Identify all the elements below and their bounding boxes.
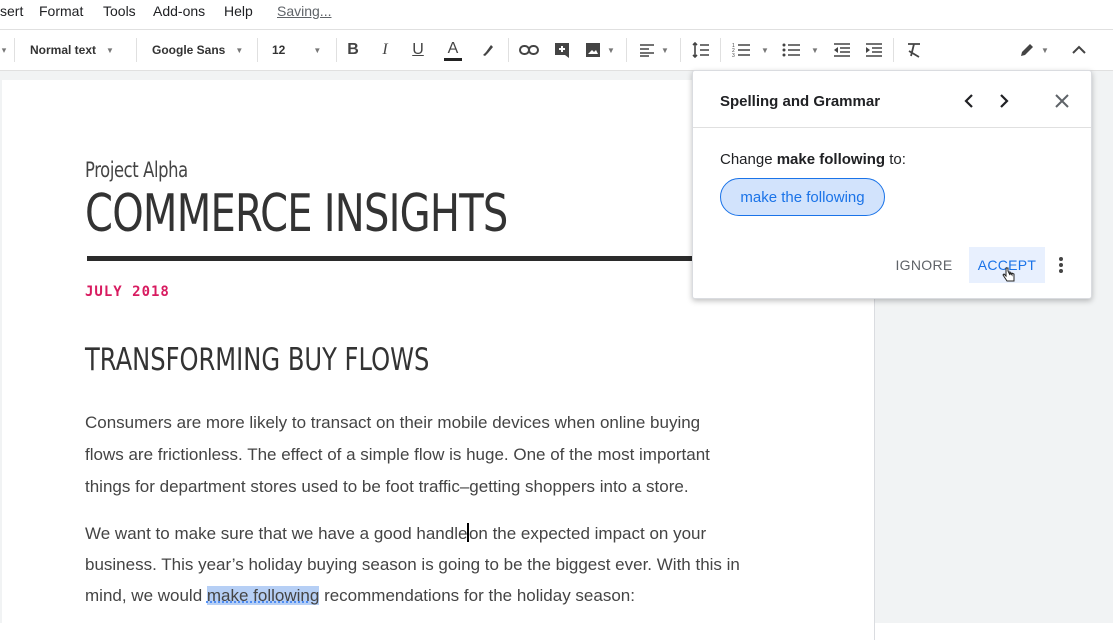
bold-icon[interactable]: B xyxy=(342,30,364,70)
menu-format[interactable]: Format xyxy=(39,3,83,19)
collapse-icon[interactable] xyxy=(1068,30,1090,70)
more-vert-icon xyxy=(1059,257,1063,273)
section-heading: TRANSFORMING BUY FLOWS xyxy=(85,342,430,378)
comment-icon[interactable] xyxy=(551,30,573,70)
paragraph-style-select[interactable]: Normal text ▼ xyxy=(30,30,130,70)
change-prompt: Change make following to: xyxy=(720,151,906,168)
menu-addons[interactable]: Add-ons xyxy=(153,3,205,19)
menu-insert[interactable]: sert xyxy=(0,3,23,19)
menu-help[interactable]: Help xyxy=(224,3,253,19)
highlight-icon[interactable] xyxy=(477,30,499,70)
image-icon[interactable] xyxy=(582,30,604,70)
text-segment: on the expected impact on your xyxy=(468,524,707,543)
pointer-hand-icon xyxy=(1002,267,1016,286)
spelling-grammar-panel: Spelling and Grammar Change make followi… xyxy=(692,70,1092,299)
chevron-down-icon: ▼ xyxy=(235,45,244,55)
font-size-select[interactable]: 12 ▼ xyxy=(272,30,332,70)
text-color-icon[interactable]: A xyxy=(440,30,466,70)
paragraph-line: flows are frictionless. The effect of a … xyxy=(85,445,710,464)
italic-icon[interactable]: I xyxy=(374,30,396,70)
document-title: COMMERCE INSIGHTS xyxy=(85,184,508,244)
document-subtitle: Project Alpha xyxy=(85,158,188,182)
line-spacing-icon[interactable] xyxy=(690,30,712,70)
chevron-down-icon: ▼ xyxy=(106,45,114,55)
decrease-indent-icon[interactable] xyxy=(831,30,853,70)
text-color-label: A xyxy=(443,40,463,61)
change-prefix: Change xyxy=(720,151,777,168)
panel-title: Spelling and Grammar xyxy=(720,93,881,110)
next-suggestion-button[interactable] xyxy=(992,89,1016,113)
editing-mode-chevron-icon[interactable]: ▼ xyxy=(1040,30,1050,70)
change-suffix: to: xyxy=(885,151,906,168)
toolbar-caret-icon[interactable]: ▾ xyxy=(0,30,8,70)
chevron-right-icon xyxy=(1000,94,1009,108)
image-menu-chevron-icon[interactable]: ▼ xyxy=(606,30,616,70)
close-panel-button[interactable] xyxy=(1050,89,1074,113)
bulleted-list-chevron-icon[interactable]: ▼ xyxy=(810,30,820,70)
title-divider xyxy=(87,256,707,261)
flagged-grammar-text[interactable]: make following xyxy=(206,586,320,605)
toolbar: ▾ Normal text ▼ Google Sans ▼ 12 ▼ B I U A … xyxy=(0,29,1113,71)
panel-divider xyxy=(693,127,1091,128)
font-size-label: 12 xyxy=(272,43,286,57)
document-date: JULY 2018 xyxy=(85,284,170,300)
paragraph-line: business. This year’s holiday buying sea… xyxy=(85,555,740,574)
numbered-list-icon[interactable]: 123 xyxy=(730,30,752,70)
align-chevron-icon[interactable]: ▼ xyxy=(660,30,670,70)
font-select[interactable]: Google Sans ▼ xyxy=(152,30,252,70)
align-icon[interactable] xyxy=(636,30,658,70)
text-segment: recommendations for the holiday season: xyxy=(319,586,635,605)
link-icon[interactable] xyxy=(517,30,541,70)
font-label: Google Sans xyxy=(152,43,226,57)
paragraph-line: mind, we would make following recommenda… xyxy=(85,586,635,606)
bulleted-list-icon[interactable] xyxy=(780,30,802,70)
previous-suggestion-button[interactable] xyxy=(957,89,981,113)
text-segment: We want to make sure that we have a good… xyxy=(85,524,468,543)
suggestion-chip[interactable]: make the following xyxy=(720,178,885,216)
paragraph-line: Consumers are more likely to transact on… xyxy=(85,413,701,432)
menu-tools[interactable]: Tools xyxy=(103,3,136,19)
paragraph-line: things for department stores used to be … xyxy=(85,477,689,496)
flagged-word: make following xyxy=(776,151,886,168)
save-status[interactable]: Saving... xyxy=(277,3,331,19)
increase-indent-icon[interactable] xyxy=(863,30,885,70)
editing-mode-icon[interactable] xyxy=(1016,30,1038,70)
menu-bar: sert Format Tools Add-ons Help Saving... xyxy=(0,0,1113,24)
chevron-left-icon xyxy=(964,94,973,108)
underline-icon[interactable]: U xyxy=(407,30,429,70)
svg-text:3: 3 xyxy=(732,53,735,58)
numbered-list-chevron-icon[interactable]: ▼ xyxy=(760,30,770,70)
chevron-down-icon: ▼ xyxy=(313,45,322,55)
ignore-button[interactable]: IGNORE xyxy=(889,247,959,283)
paragraph-style-label: Normal text xyxy=(30,43,97,57)
paragraph-line: We want to make sure that we have a good… xyxy=(85,523,706,544)
text-segment: mind, we would xyxy=(85,586,207,605)
more-options-button[interactable] xyxy=(1051,251,1071,279)
clear-formatting-icon[interactable] xyxy=(903,30,925,70)
close-icon xyxy=(1055,94,1069,108)
